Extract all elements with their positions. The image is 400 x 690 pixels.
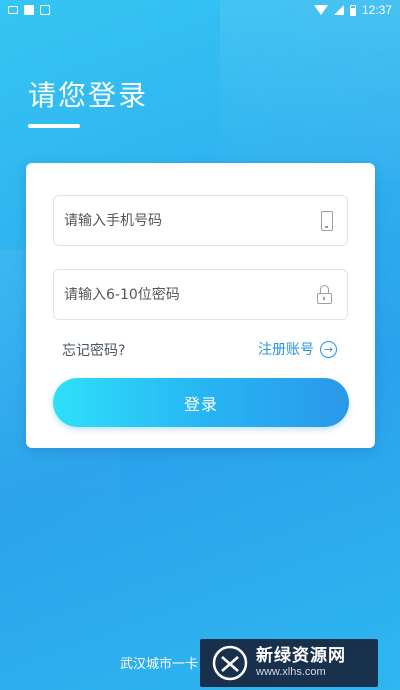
forgot-password-link[interactable]: 忘记密码?: [62, 340, 125, 360]
status-bar-left: [8, 5, 50, 15]
password-input[interactable]: [64, 286, 294, 303]
status-bar: 12:37: [0, 0, 400, 20]
status-time: 12:37: [361, 3, 392, 17]
status-bar-right: 12:37: [313, 3, 392, 17]
title-underline: [28, 124, 80, 128]
register-link[interactable]: 注册账号 →: [258, 339, 337, 359]
arrow-circle-right-icon: →: [320, 340, 337, 358]
phone-icon: [321, 210, 333, 231]
watermark-logo-icon: [212, 645, 248, 681]
phone-field[interactable]: [53, 195, 348, 246]
watermark-brand: 新绿资源网: [256, 645, 346, 666]
footer-company: 武汉城市一卡: [120, 657, 199, 672]
square-icon: [24, 5, 34, 15]
wifi-icon: [313, 5, 328, 15]
password-field[interactable]: [53, 269, 348, 320]
phone-input[interactable]: [64, 212, 294, 229]
signal-icon: [333, 5, 344, 15]
login-button[interactable]: 登录: [53, 378, 349, 427]
watermark-text: 新绿资源网 www.xlhs.com: [256, 645, 346, 679]
battery-icon: [349, 4, 356, 16]
printer-icon: [8, 6, 18, 14]
background-decoration: [220, 0, 400, 180]
login-card: 忘记密码? 注册账号 → 登录: [26, 163, 375, 448]
page-title: 请您登录: [28, 79, 149, 112]
watermark-url: www.xlhs.com: [256, 666, 326, 679]
register-label: 注册账号: [258, 342, 314, 358]
notification-box-icon: [40, 5, 50, 15]
lock-icon: [317, 284, 333, 305]
watermark: 新绿资源网 www.xlhs.com: [200, 639, 378, 687]
